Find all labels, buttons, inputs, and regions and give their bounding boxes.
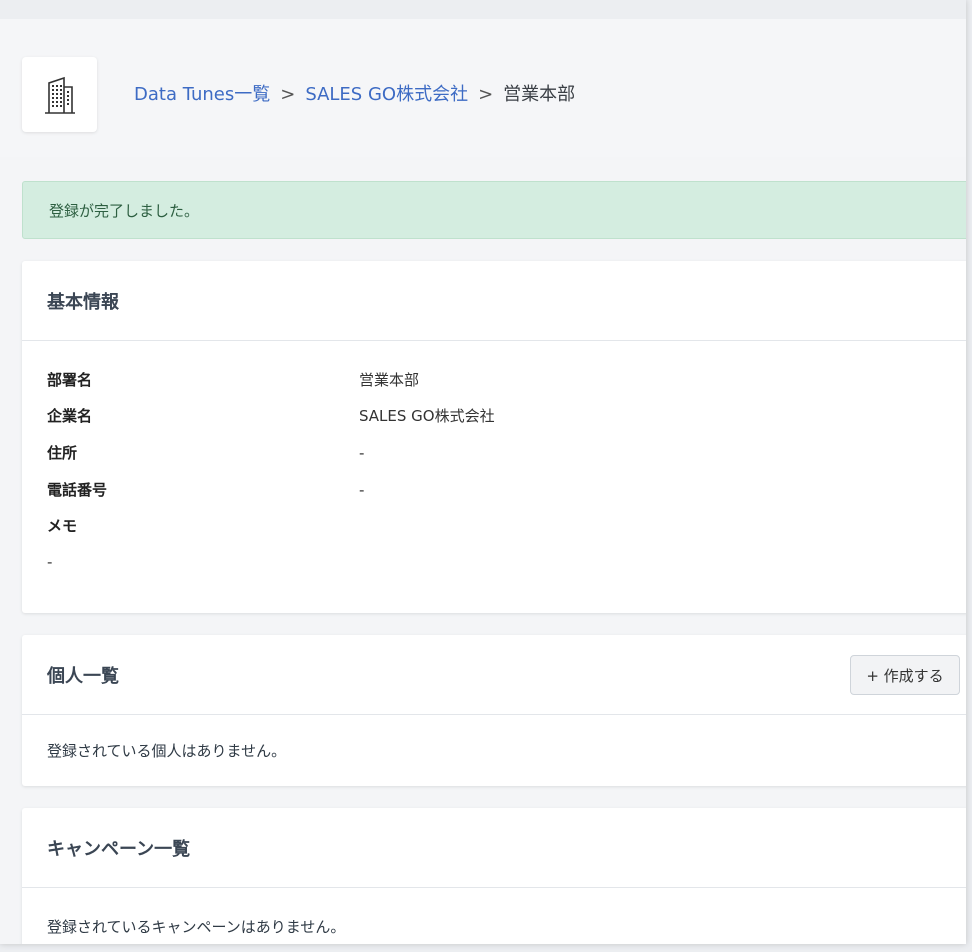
individuals-card: 個人一覧 + 作成する 登録されている個人はありません。 [22,635,966,786]
building-icon [44,76,75,114]
top-strip [0,0,966,19]
individuals-empty-message: 登録されている個人はありません。 [47,741,287,760]
breadcrumb: Data Tunes一覧 > SALES GO株式会社 > 営業本部 [134,82,575,108]
alert-message: 登録が完了しました。 [49,201,200,220]
company-logo [22,57,97,132]
individuals-title: 個人一覧 [47,665,119,687]
field-label-memo: メモ [47,517,78,535]
campaigns-title: キャンペーン一覧 [47,838,191,860]
field-label-phone: 電話番号 [47,481,108,499]
basic-info-header: 基本情報 [22,261,966,341]
breadcrumb-separator: > [478,84,494,105]
breadcrumb-link-data-tunes[interactable]: Data Tunes一覧 [134,84,270,105]
campaigns-header: キャンペーン一覧 [22,808,966,888]
create-individual-button[interactable]: + 作成する [850,655,960,695]
field-value-address: - [359,444,365,462]
app-frame: Data Tunes一覧 > SALES GO株式会社 > 営業本部 登録が完了しました… [0,0,966,944]
campaigns-card: キャンペーン一覧 登録されているキャンペーンはありません。 [22,808,966,944]
page-header: Data Tunes一覧 > SALES GO株式会社 > 営業本部 [0,19,966,157]
campaigns-body: 登録されているキャンペーンはありません。 [22,888,966,944]
success-alert: 登録が完了しました。 [22,181,966,239]
individuals-header: 個人一覧 + 作成する [22,635,966,715]
field-value-department: 営業本部 [359,371,420,389]
field-label-company: 企業名 [47,407,93,425]
basic-info-card: 基本情報 部署名 営業本部 企業名 SALES GO株式会社 住所 - 電話番号… [22,261,966,613]
field-value-memo: - [47,553,53,571]
breadcrumb-separator: > [280,84,296,105]
basic-info-title: 基本情報 [47,291,119,313]
field-value-company: SALES GO株式会社 [359,407,495,425]
breadcrumb-link-company[interactable]: SALES GO株式会社 [305,84,468,105]
field-label-address: 住所 [47,444,78,462]
individuals-body: 登録されている個人はありません。 [22,715,966,785]
campaigns-empty-message: 登録されているキャンペーンはありません。 [47,917,346,936]
field-label-department: 部署名 [47,371,93,389]
field-value-phone: - [359,481,365,499]
breadcrumb-current: 営業本部 [503,84,576,105]
